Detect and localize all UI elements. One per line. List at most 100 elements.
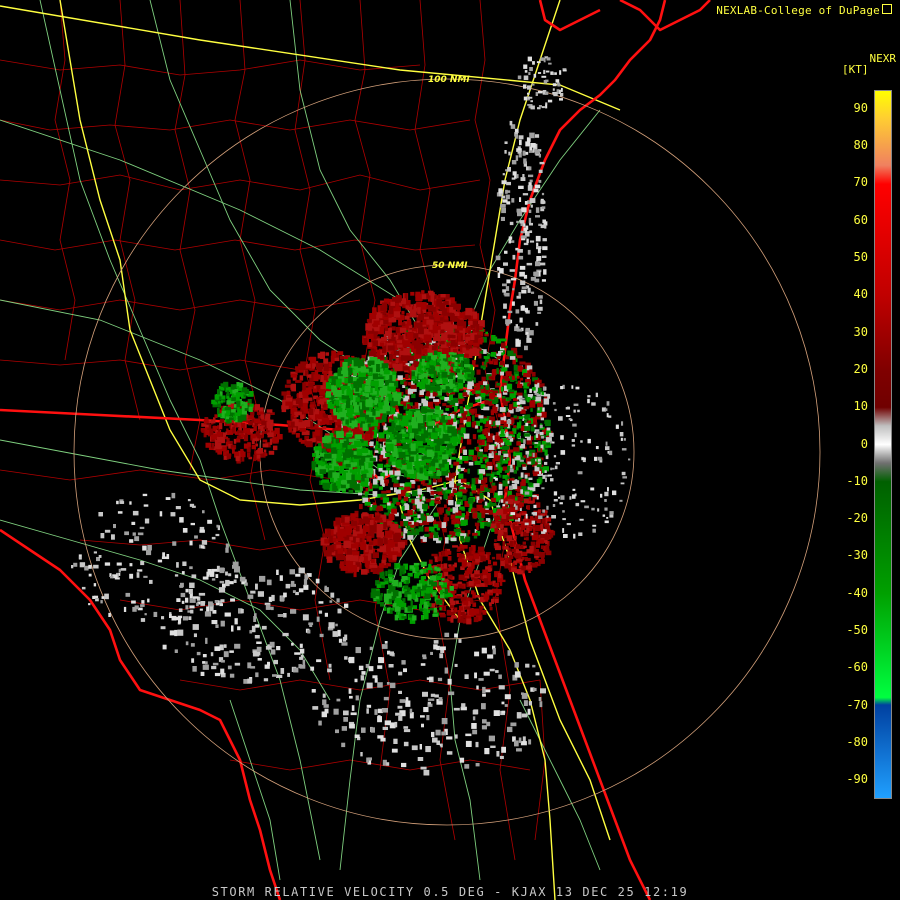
- echo-pixel: [439, 302, 446, 311]
- echo-pixel: [440, 614, 446, 618]
- echo-pixel: [364, 386, 371, 393]
- echo-pixel: [445, 537, 449, 544]
- echo-pixel: [484, 509, 490, 514]
- echo-pixel: [360, 542, 367, 550]
- echo-pixel: [533, 549, 539, 556]
- echo-pixel: [535, 525, 541, 532]
- echo-pixel: [377, 448, 383, 451]
- echo-pixel: [304, 441, 313, 445]
- echo-pixel: [494, 528, 499, 534]
- echo-pixel: [507, 350, 514, 357]
- echo-pixel: [489, 420, 492, 425]
- echo-pixel: [444, 416, 451, 420]
- echo-pixel: [370, 380, 379, 387]
- echo-pixel: [345, 561, 354, 568]
- echo-pixel: [355, 542, 359, 546]
- echo-pixel: [489, 392, 496, 399]
- echo-pixel: [549, 432, 554, 437]
- echo-pixel: [409, 361, 414, 364]
- echo-pixel: [483, 418, 489, 422]
- echo-pixel: [377, 476, 384, 480]
- echo-pixel: [443, 481, 446, 488]
- echo-pixel: [450, 600, 456, 606]
- echo-pixel: [418, 327, 424, 335]
- echo-pixel: [433, 491, 439, 494]
- echo-pixel: [434, 445, 440, 451]
- echo-pixel: [369, 507, 373, 511]
- echo-pixel: [515, 553, 522, 559]
- echo-pixel: [494, 435, 500, 442]
- echo-pixel: [526, 549, 533, 554]
- echo-pixel: [385, 434, 390, 440]
- echo-pixel: [523, 373, 530, 377]
- echo-pixel: [545, 544, 550, 551]
- echo-pixel: [468, 409, 475, 413]
- echo-pixel: [446, 342, 451, 347]
- radar-map[interactable]: 50 NMI 100 NMI: [0, 0, 900, 900]
- echo-pixel: [422, 400, 428, 407]
- echo-pixel: [269, 438, 273, 445]
- echo-pixel: [381, 490, 387, 494]
- echo-pixel: [380, 493, 387, 498]
- echo-pixel: [201, 429, 205, 433]
- echo-pixel: [527, 383, 530, 387]
- echo-pixel: [319, 389, 326, 395]
- echo-pixel: [538, 446, 541, 452]
- echo-pixel: [492, 421, 496, 427]
- echo-pixel: [480, 385, 484, 389]
- echo-pixel: [355, 526, 360, 532]
- echo-pixel: [483, 356, 490, 359]
- echo-pixel: [359, 556, 364, 561]
- echo-pixel: [389, 470, 394, 475]
- echo-pixel: [454, 562, 457, 567]
- echo-pixel: [530, 408, 533, 412]
- echo-pixel: [355, 537, 360, 543]
- echo-pixel: [205, 442, 212, 448]
- echo-pixel: [320, 421, 325, 425]
- echo-pixel: [496, 338, 502, 344]
- echo-pixel: [512, 523, 515, 530]
- echo-pixel: [492, 459, 496, 465]
- echo-pixel: [379, 387, 388, 396]
- echo-pixel: [541, 411, 547, 418]
- echo-pixel: [537, 509, 542, 513]
- echo-pixel: [326, 556, 333, 563]
- echo-pixel: [497, 535, 502, 541]
- echo-pixel: [298, 399, 303, 407]
- echo-pixel: [424, 526, 430, 532]
- echo-pixel: [505, 508, 511, 513]
- echo-pixel: [346, 413, 352, 417]
- echo-pixel: [523, 433, 530, 437]
- echo-pixel: [411, 499, 415, 504]
- echo-pixel: [362, 527, 367, 535]
- echo-pixel: [458, 585, 464, 589]
- echo-pixel: [240, 433, 245, 438]
- echo-pixel: [501, 369, 505, 372]
- echo-pixel: [506, 515, 509, 521]
- echo-pixel: [405, 516, 411, 520]
- echo-pixel: [322, 545, 326, 551]
- echo-pixel: [393, 350, 400, 356]
- echo-pixel: [376, 441, 379, 446]
- echo-pixel: [304, 420, 311, 427]
- echo-pixel: [446, 405, 452, 408]
- echo-pixel: [455, 532, 461, 536]
- echo-pixel: [393, 393, 402, 400]
- echo-pixel: [414, 528, 420, 535]
- echo-pixel: [468, 566, 474, 572]
- echo-pixel: [445, 408, 450, 411]
- echo-pixel: [418, 447, 426, 454]
- echo-pixel: [462, 545, 468, 549]
- echo-pixel: [458, 606, 464, 611]
- echo-pixel: [298, 438, 303, 443]
- echo-pixel: [479, 473, 483, 479]
- echo-pixel: [519, 361, 526, 365]
- echo-pixel: [430, 294, 435, 303]
- echo-pixel: [540, 545, 544, 550]
- echo-pixel: [256, 454, 261, 459]
- echo-pixel: [299, 428, 306, 432]
- echo-pixel: [372, 491, 378, 497]
- echo-pixel: [524, 425, 531, 431]
- echo-pixel: [511, 567, 517, 572]
- echo-pixel: [290, 373, 298, 378]
